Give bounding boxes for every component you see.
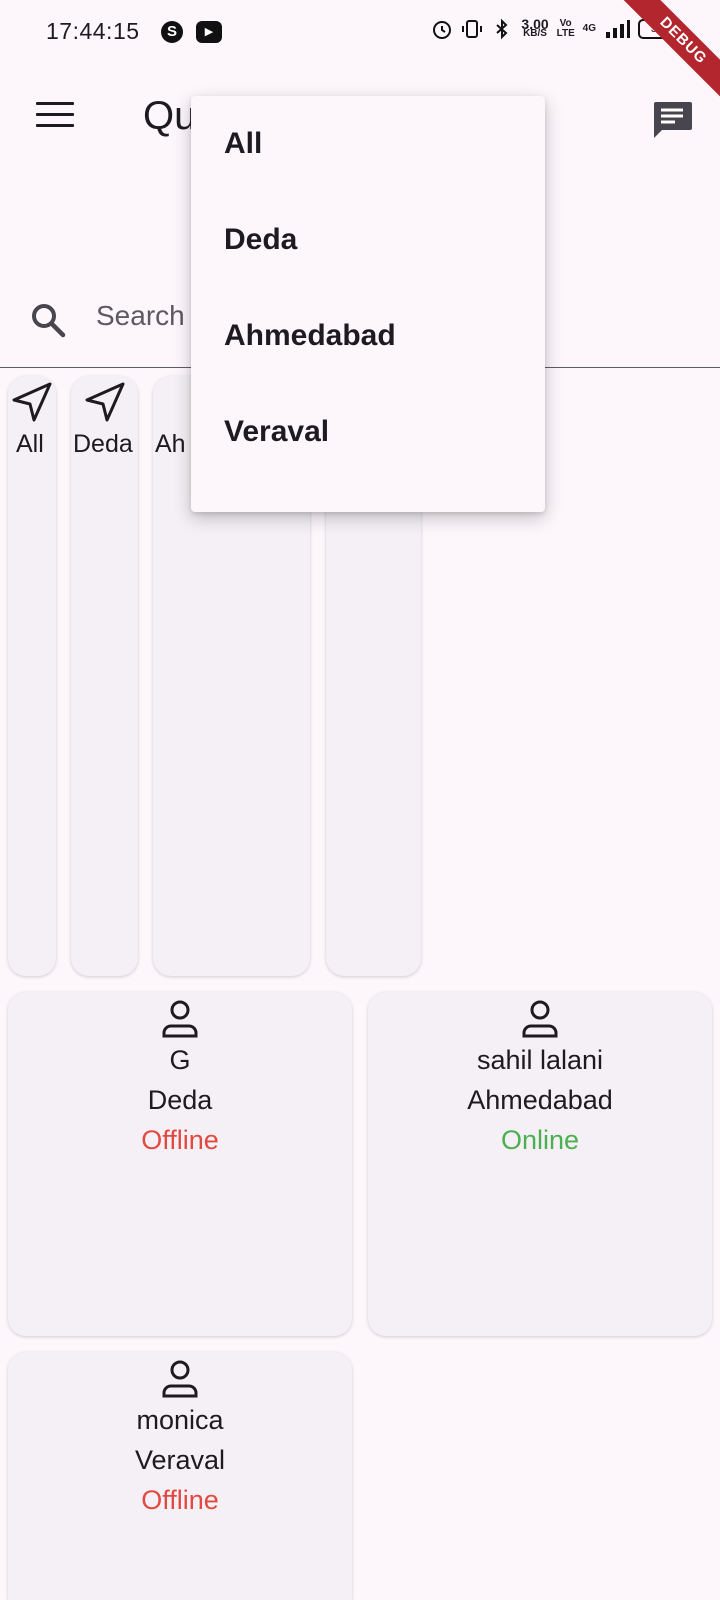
user-name: G <box>169 1045 191 1075</box>
person-icon <box>522 1000 558 1038</box>
status-bar: 17:44:15 S ▶ 3.00KB/S Vo LTE 4G 39 <box>0 0 720 64</box>
vibrate-icon <box>462 20 483 38</box>
user-city: Ahmedabad <box>467 1085 613 1115</box>
youtube-icon: ▶ <box>196 21 222 43</box>
volte-indicator: Vo LTE <box>556 18 575 39</box>
dropdown-item-veraval[interactable]: Veraval <box>191 400 545 496</box>
alarm-icon <box>433 21 452 39</box>
user-card[interactable]: monica Veraval Offline <box>8 1352 352 1600</box>
hamburger-icon <box>36 102 74 105</box>
user-city: Deda <box>147 1085 213 1115</box>
status-indicators: 3.00KB/S Vo LTE 4G 39 <box>431 16 676 40</box>
menu-button[interactable] <box>36 102 74 130</box>
user-status: Online <box>500 1125 580 1155</box>
network-type: 4G <box>582 23 596 34</box>
bluetooth-icon <box>496 18 508 40</box>
page-title: Qu <box>143 94 197 138</box>
signal-icon <box>606 20 630 38</box>
chip-label: All <box>16 430 44 458</box>
user-status: Offline <box>141 1485 219 1515</box>
user-name: monica <box>136 1405 224 1435</box>
skype-icon: S <box>161 21 183 43</box>
person-icon <box>162 1000 198 1038</box>
chat-icon[interactable] <box>650 98 694 142</box>
dropdown-item-deda[interactable]: Deda <box>191 208 545 304</box>
user-city: Veraval <box>134 1445 226 1475</box>
navigation-icon <box>12 382 52 422</box>
person-icon <box>162 1360 198 1398</box>
chip-label: Ah <box>155 430 186 458</box>
dropdown-item-all[interactable]: All <box>191 112 545 208</box>
dropdown-item-ahmedabad[interactable]: Ahmedabad <box>191 304 545 400</box>
location-chip-deda[interactable]: Deda <box>71 376 138 976</box>
user-name: sahil lalani <box>476 1045 604 1075</box>
search-icon <box>32 304 66 338</box>
chip-label: Deda <box>73 430 133 458</box>
user-status: Offline <box>141 1125 219 1155</box>
navigation-icon <box>85 382 125 422</box>
location-dropdown-menu: All Deda Ahmedabad Veraval <box>191 96 545 512</box>
user-card[interactable]: G Deda Offline <box>8 992 352 1336</box>
status-time: 17:44:15 <box>46 18 140 44</box>
network-speed: 3.00 KB/S <box>521 16 549 39</box>
location-chip-all[interactable]: All <box>8 376 56 976</box>
user-card[interactable]: sahil lalani Ahmedabad Online <box>368 992 712 1336</box>
